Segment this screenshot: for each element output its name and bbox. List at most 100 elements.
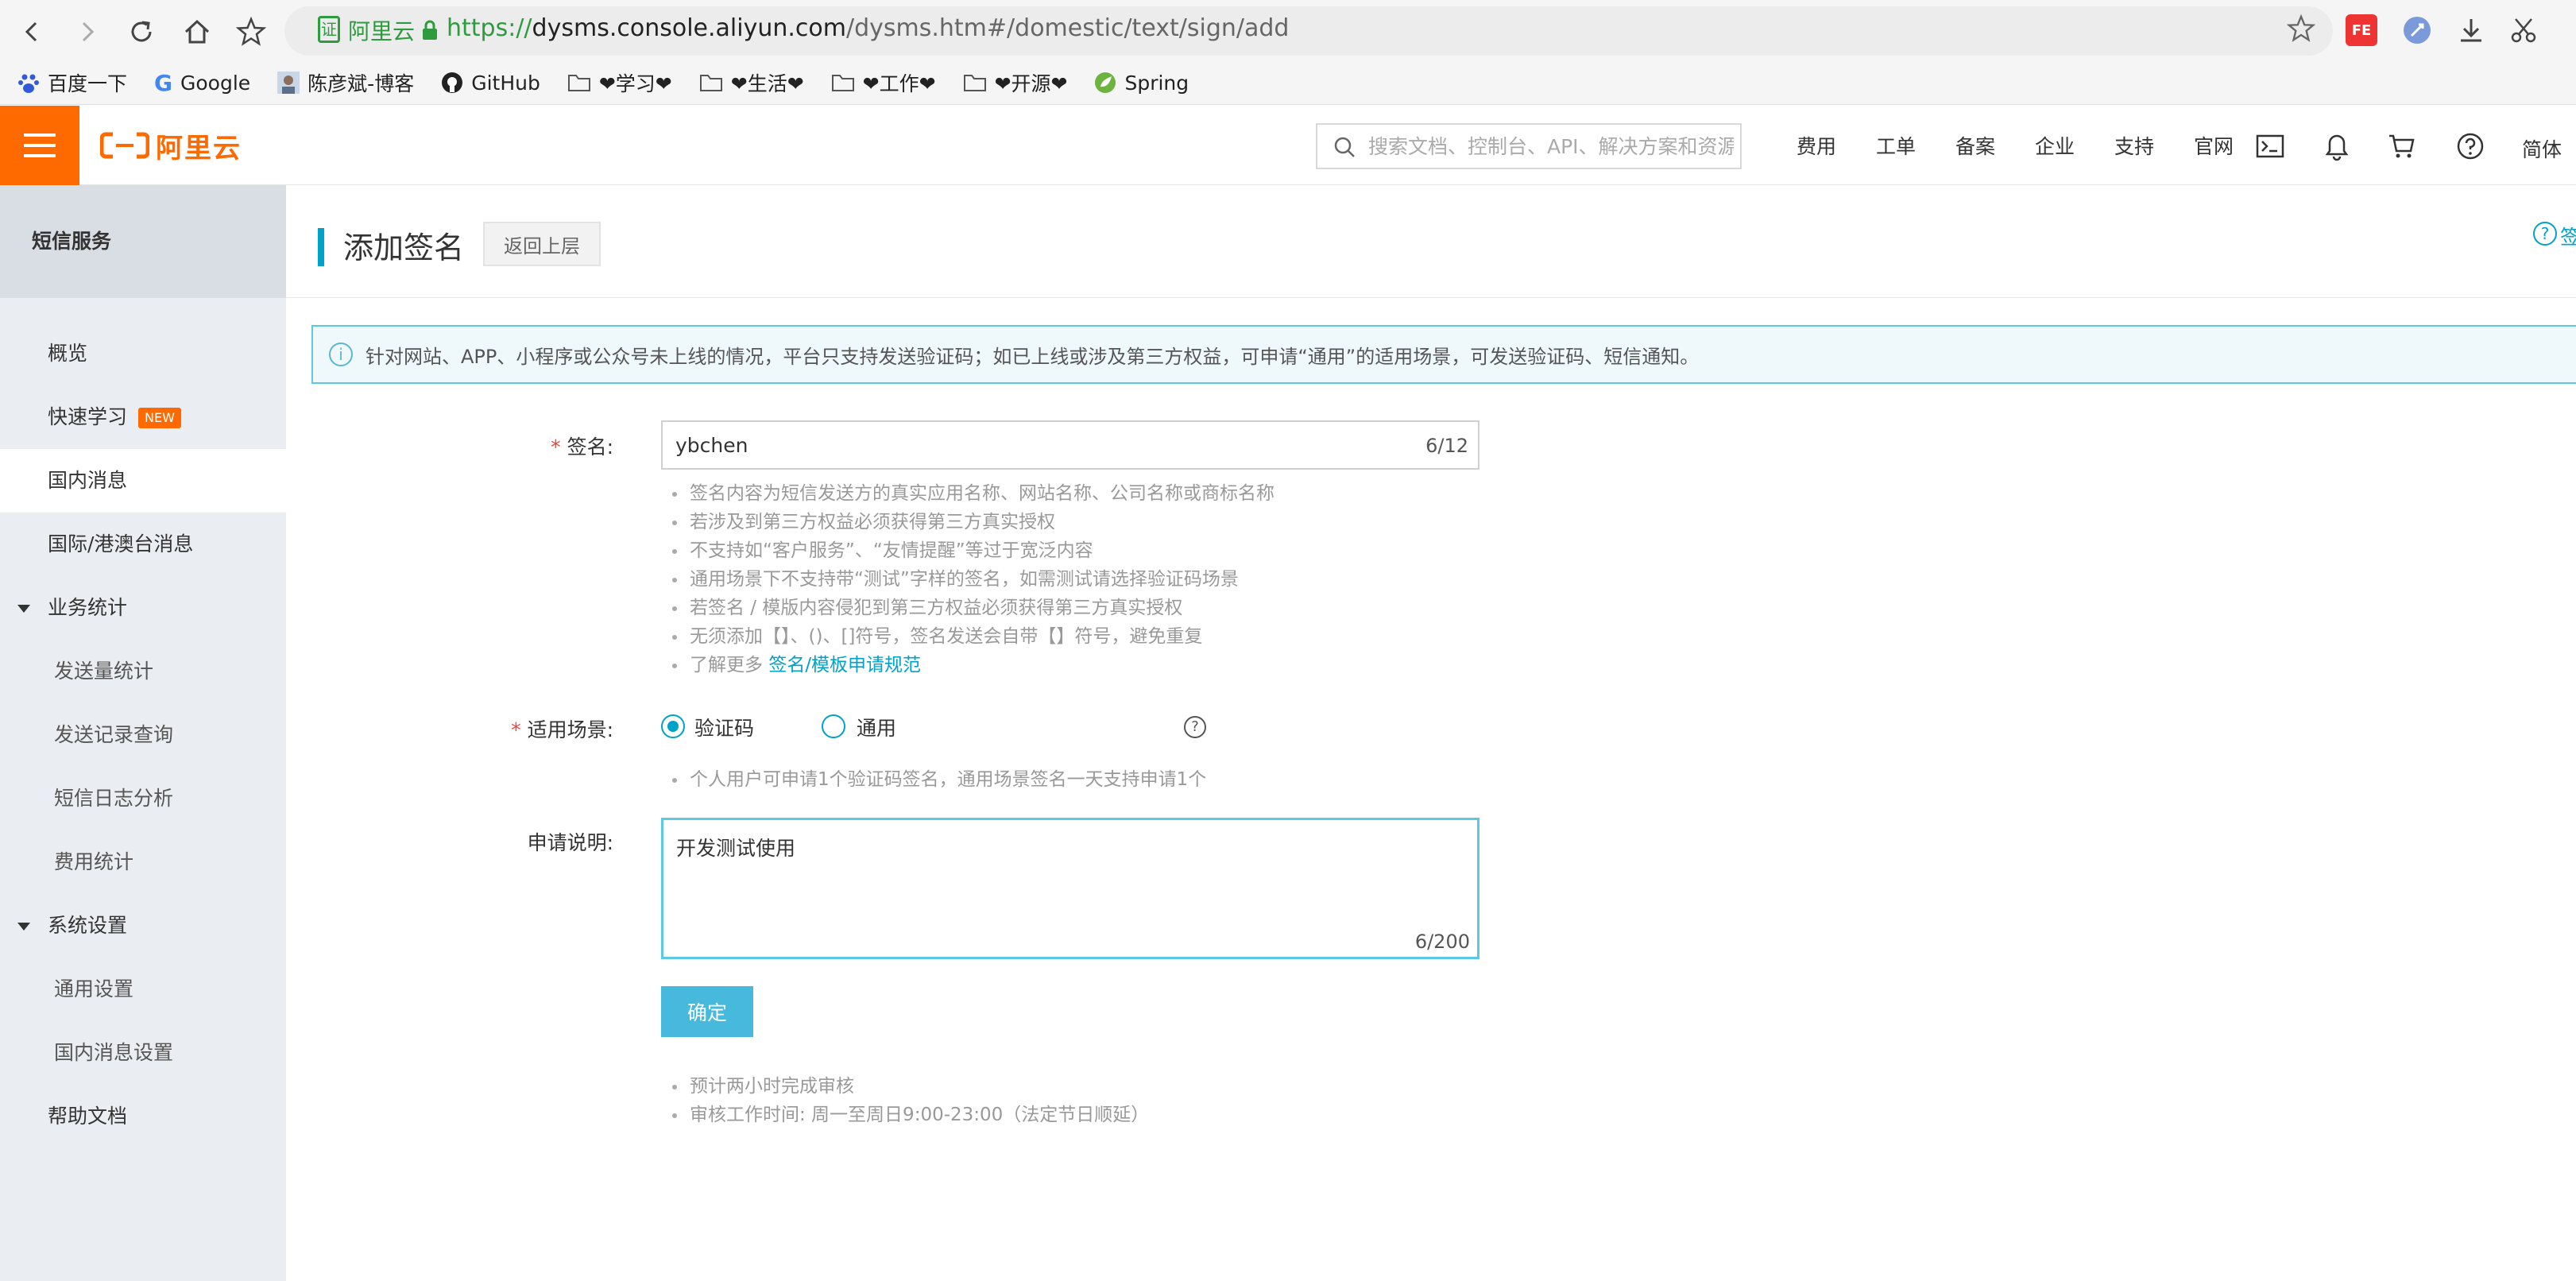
sidebar-item-international[interactable]: 国际/港澳台消息 — [0, 513, 286, 576]
bookmarks-bar: 百度一下 G Google 陈彦斌-博客 GitHub ❤学习❤ ❤生活❤ ❤工… — [17, 67, 1189, 99]
bookmark-folder-study[interactable]: ❤学习❤ — [567, 68, 672, 97]
back-button[interactable]: 返回上层 — [483, 222, 601, 266]
avatar-icon — [277, 72, 300, 94]
bell-icon[interactable] — [2322, 131, 2352, 161]
help-link-icon[interactable]: ? — [2533, 222, 2557, 246]
bookmark-folder-life[interactable]: ❤生活❤ — [699, 68, 804, 97]
home-icon[interactable] — [176, 11, 218, 52]
hint-item: 不支持如“客户服务”、“友情提醒”等过于宽泛内容 — [666, 536, 1274, 565]
confirm-button[interactable]: 确定 — [661, 986, 753, 1037]
help-circle-icon[interactable] — [2455, 131, 2485, 161]
aliyun-logo[interactable]: 阿里云 — [100, 128, 242, 164]
sidebar-item-log-analysis[interactable]: 短信日志分析 — [0, 767, 286, 830]
url-text[interactable]: https://dysms.console.aliyun.com/dysms.h… — [447, 14, 1289, 42]
certificate-icon[interactable]: 证 — [318, 16, 340, 43]
sidebar-item-domestic-settings[interactable]: 国内消息设置 — [0, 1021, 286, 1085]
hint-item: 审核工作时间: 周一至周日9:00-23:00（法定节日顺延） — [666, 1101, 1149, 1129]
certificate-label[interactable]: 阿里云 — [348, 14, 415, 46]
caret-down-icon — [17, 923, 30, 931]
scene-option-general-label[interactable]: 通用 — [857, 713, 896, 741]
sidebar-item-send-records[interactable]: 发送记录查询 — [0, 703, 286, 767]
nav-fees[interactable]: 费用 — [1777, 131, 1856, 160]
bookmark-label: ❤学习❤ — [598, 72, 672, 95]
nav-official-site[interactable]: 官网 — [2174, 131, 2253, 160]
download-icon[interactable] — [2455, 14, 2487, 46]
description-textarea[interactable]: 开发测试使用 — [661, 818, 1479, 959]
sidebar-item-label: 国际/港澳台消息 — [48, 532, 194, 555]
page-header: 添加签名 返回上层 ? 签 — [286, 185, 2576, 298]
nav-icp[interactable]: 备案 — [1936, 131, 2015, 160]
help-link[interactable]: 签 — [2560, 222, 2576, 250]
sidebar-group-settings[interactable]: 系统设置 — [0, 894, 286, 958]
sidebar-item-help-docs[interactable]: 帮助文档 — [0, 1085, 286, 1148]
sidebar-item-send-volume[interactable]: 发送量统计 — [0, 640, 286, 703]
main-content: 添加签名 返回上层 ? 签 i 针对网站、APP、小程序或公众号未上线的情况，平… — [286, 185, 2576, 1281]
url-host: dysms.console.aliyun.com — [532, 14, 846, 42]
sidebar-group-statistics[interactable]: 业务统计 — [0, 576, 286, 640]
sidebar-item-label: 国内消息设置 — [54, 1041, 174, 1064]
sidebar: 短信服务 概览 快速学习 NEW 国内消息 国际/港澳台消息 业务统计 发送量统计… — [0, 185, 286, 1281]
bookmark-google[interactable]: G Google — [154, 70, 250, 96]
sidebar-item-domestic[interactable]: 国内消息 — [0, 449, 286, 513]
search-box[interactable] — [1316, 123, 1742, 169]
bookmark-label: Spring — [1124, 71, 1189, 95]
cart-icon[interactable] — [2387, 131, 2417, 161]
sidebar-item-overview[interactable]: 概览 — [0, 322, 286, 385]
language-switch[interactable]: 简体 — [2522, 134, 2562, 163]
nav-tickets[interactable]: 工单 — [1856, 131, 1936, 160]
bookmark-star-icon[interactable] — [230, 11, 272, 52]
guideline-link[interactable]: 签名/模板申请规范 — [768, 655, 921, 675]
bookmark-github[interactable]: GitHub — [441, 72, 540, 95]
scene-radio-general[interactable] — [822, 714, 845, 738]
sidebar-item-general-settings[interactable]: 通用设置 — [0, 958, 286, 1021]
spring-icon — [1094, 72, 1116, 94]
bookmark-label: Google — [180, 71, 251, 95]
question-icon[interactable]: ? — [1184, 716, 1206, 738]
bookmark-baidu[interactable]: 百度一下 — [17, 68, 127, 97]
search-icon — [1333, 136, 1356, 158]
url-path: /dysms.htm#/domestic/text/sign/add — [845, 14, 1290, 42]
rocket-extension-icon[interactable] — [2401, 14, 2433, 46]
sidebar-item-quick-learn[interactable]: 快速学习 NEW — [0, 385, 286, 449]
nav-support[interactable]: 支持 — [2094, 131, 2174, 160]
bookmark-spring[interactable]: Spring — [1094, 72, 1189, 95]
bookmark-folder-work[interactable]: ❤工作❤ — [831, 68, 936, 97]
search-input[interactable] — [1368, 125, 1734, 168]
info-notice: i 针对网站、APP、小程序或公众号未上线的情况，平台只支持发送验证码；如已上线… — [311, 325, 2576, 384]
signature-input[interactable] — [661, 420, 1479, 470]
page-star-icon[interactable] — [2287, 14, 2315, 43]
bookmark-label: ❤开源❤ — [994, 72, 1068, 95]
scene-radio-verify[interactable] — [661, 714, 685, 738]
sidebar-item-label: 发送量统计 — [54, 660, 154, 683]
signature-hints: 签名内容为短信发送方的真实应用名称、网站名称、公司名称或商标名称 若涉及到第三方… — [666, 479, 1274, 679]
sidebar-item-label: 短信日志分析 — [54, 787, 174, 810]
scene-label-text: 适用场景: — [527, 718, 613, 741]
hint-item-more: 了解更多 签名/模板申请规范 — [666, 651, 1274, 679]
page-title: 添加签名 — [343, 230, 465, 265]
nav-enterprise[interactable]: 企业 — [2015, 131, 2094, 160]
aliyun-bracket-icon — [100, 132, 149, 159]
terminal-icon[interactable] — [2255, 131, 2285, 161]
required-mark: * — [511, 718, 521, 741]
sidebar-item-label: 发送记录查询 — [54, 723, 174, 746]
lock-icon[interactable] — [421, 19, 439, 41]
scene-hints: 个人用户可申请1个验证码签名，通用场景签名一天支持申请1个 — [666, 765, 1206, 794]
back-arrow-icon[interactable] — [11, 11, 52, 52]
hamburger-menu-icon[interactable] — [0, 106, 79, 185]
sidebar-item-label: 系统设置 — [48, 914, 128, 937]
reload-icon[interactable] — [121, 11, 162, 52]
folder-icon — [699, 73, 723, 92]
forward-arrow-icon[interactable] — [67, 11, 108, 52]
sidebar-item-label: 快速学习 — [48, 405, 128, 428]
scene-option-verify-label[interactable]: 验证码 — [694, 713, 754, 741]
bookmark-label: GitHub — [471, 71, 540, 95]
fe-extension-icon[interactable]: FE — [2346, 14, 2377, 46]
sidebar-item-cost-stats[interactable]: 费用统计 — [0, 830, 286, 894]
bookmark-blog[interactable]: 陈彦斌-博客 — [277, 68, 414, 97]
more-prefix: 了解更多 — [690, 655, 769, 675]
sidebar-item-label: 国内消息 — [48, 469, 128, 492]
bookmark-folder-opensource[interactable]: ❤开源❤ — [963, 68, 1068, 97]
scissors-icon[interactable] — [2508, 14, 2539, 46]
caret-down-icon — [17, 605, 30, 613]
signature-label: * 签名: — [375, 432, 613, 460]
